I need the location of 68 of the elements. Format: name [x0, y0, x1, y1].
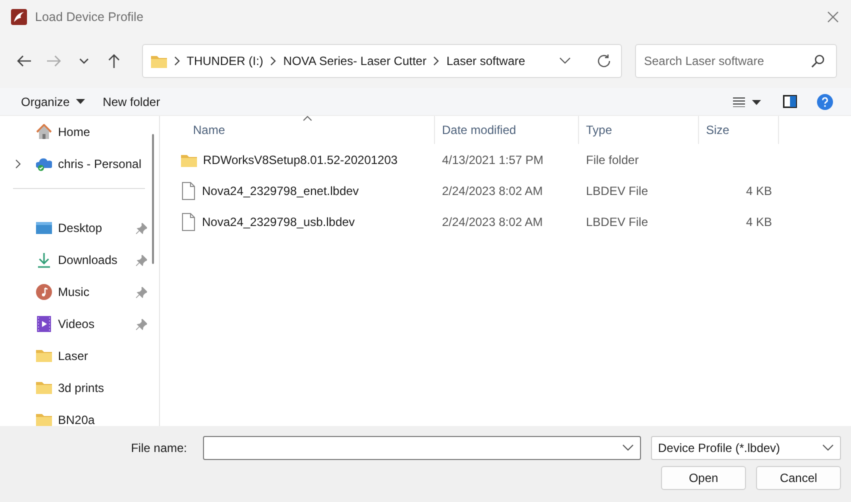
size-cell: 4 KB [746, 214, 772, 228]
sidebar-item[interactable]: Videos [0, 308, 151, 340]
music-icon [36, 284, 52, 300]
folder-icon [150, 54, 167, 68]
refresh-icon[interactable] [596, 54, 611, 68]
help-icon[interactable] [817, 94, 833, 110]
organize-button[interactable]: Organize [12, 90, 94, 114]
arrow-icon [16, 52, 32, 68]
cancel-button[interactable]: Cancel [756, 466, 841, 490]
chevron-icon [269, 56, 278, 66]
chevron-down-icon[interactable] [622, 444, 634, 452]
file-name-label: File name: [130, 441, 187, 455]
file-name[interactable]: Nova24_2329798_enet.lbdev [202, 184, 359, 198]
folder-icon [36, 380, 52, 396]
new-folder-button[interactable]: New folder [94, 90, 170, 114]
preview-pane-icon[interactable] [783, 95, 797, 108]
video-icon [36, 316, 52, 332]
folder-icon [36, 412, 52, 426]
size-cell: 4 KB [746, 184, 772, 198]
file-type-dropdown[interactable]: Device Profile (*.lbdev) [651, 436, 841, 460]
download-icon [36, 252, 52, 268]
sidebar-item[interactable]: Home [0, 116, 151, 148]
sidebar-item[interactable]: 3d prints [0, 372, 151, 404]
sidebar-item[interactable]: Music [0, 276, 151, 308]
folder-icon [36, 348, 52, 364]
desktop-icon [36, 220, 52, 236]
sidebar-item[interactable]: BN20a [0, 404, 151, 426]
type-cell: File folder [586, 152, 639, 166]
chevron-icon [432, 56, 440, 66]
column-header[interactable]: Date modified [435, 116, 579, 144]
caret-icon [76, 99, 85, 104]
breadcrumb-item[interactable]: THUNDER (I:) [186, 54, 264, 68]
close-icon[interactable] [827, 10, 839, 22]
date-cell: 2/24/2023 8:02 AM [442, 184, 543, 198]
arrow-icon [46, 52, 62, 68]
address-bar[interactable]: THUNDER (I:) NOVA Series- Laser Cutter Laser software [142, 44, 622, 78]
open-button[interactable]: Open [661, 466, 746, 490]
app-icon [11, 8, 27, 24]
date-cell: 4/13/2021 1:57 PM [442, 152, 544, 166]
breadcrumb-item[interactable]: NOVA Series- Laser Cutter [283, 54, 426, 68]
sidebar-item[interactable]: chris - Personal [0, 148, 151, 180]
sidebar-item[interactable]: Laser [0, 340, 151, 372]
home-icon [36, 124, 52, 140]
file-icon [181, 212, 196, 230]
search-icon[interactable] [810, 54, 825, 68]
sidebar-item[interactable]: Desktop [0, 212, 151, 244]
column-header[interactable]: Size [699, 116, 779, 144]
file-name[interactable]: RDWorksV8Setup8.01.52-20201203 [203, 152, 398, 166]
chevron-right-icon[interactable] [14, 159, 22, 169]
chevron-down-icon[interactable] [558, 56, 571, 64]
cloud-icon [36, 156, 52, 172]
file-name-field[interactable] [203, 436, 641, 460]
window-title: Load Device Profile [35, 10, 144, 24]
chevron-icon [172, 56, 181, 66]
type-cell: LBDEV File [586, 214, 648, 228]
chevron-down-icon [822, 444, 834, 452]
column-header[interactable]: Name [173, 116, 435, 144]
search-field[interactable]: Search Laser software [634, 44, 837, 78]
type-cell: LBDEV File [586, 184, 648, 198]
file-icon [181, 182, 196, 200]
scrollbar-thumb[interactable] [152, 134, 154, 264]
date-cell: 2/24/2023 8:02 AM [442, 214, 543, 228]
view-menu-icon[interactable] [733, 96, 761, 106]
file-name[interactable]: Nova24_2329798_usb.lbdev [202, 214, 355, 228]
breadcrumb-item[interactable]: Laser software [446, 54, 526, 68]
column-header[interactable]: Type [579, 116, 699, 144]
folder-icon [181, 152, 197, 166]
sidebar-item[interactable]: Downloads [0, 244, 151, 276]
